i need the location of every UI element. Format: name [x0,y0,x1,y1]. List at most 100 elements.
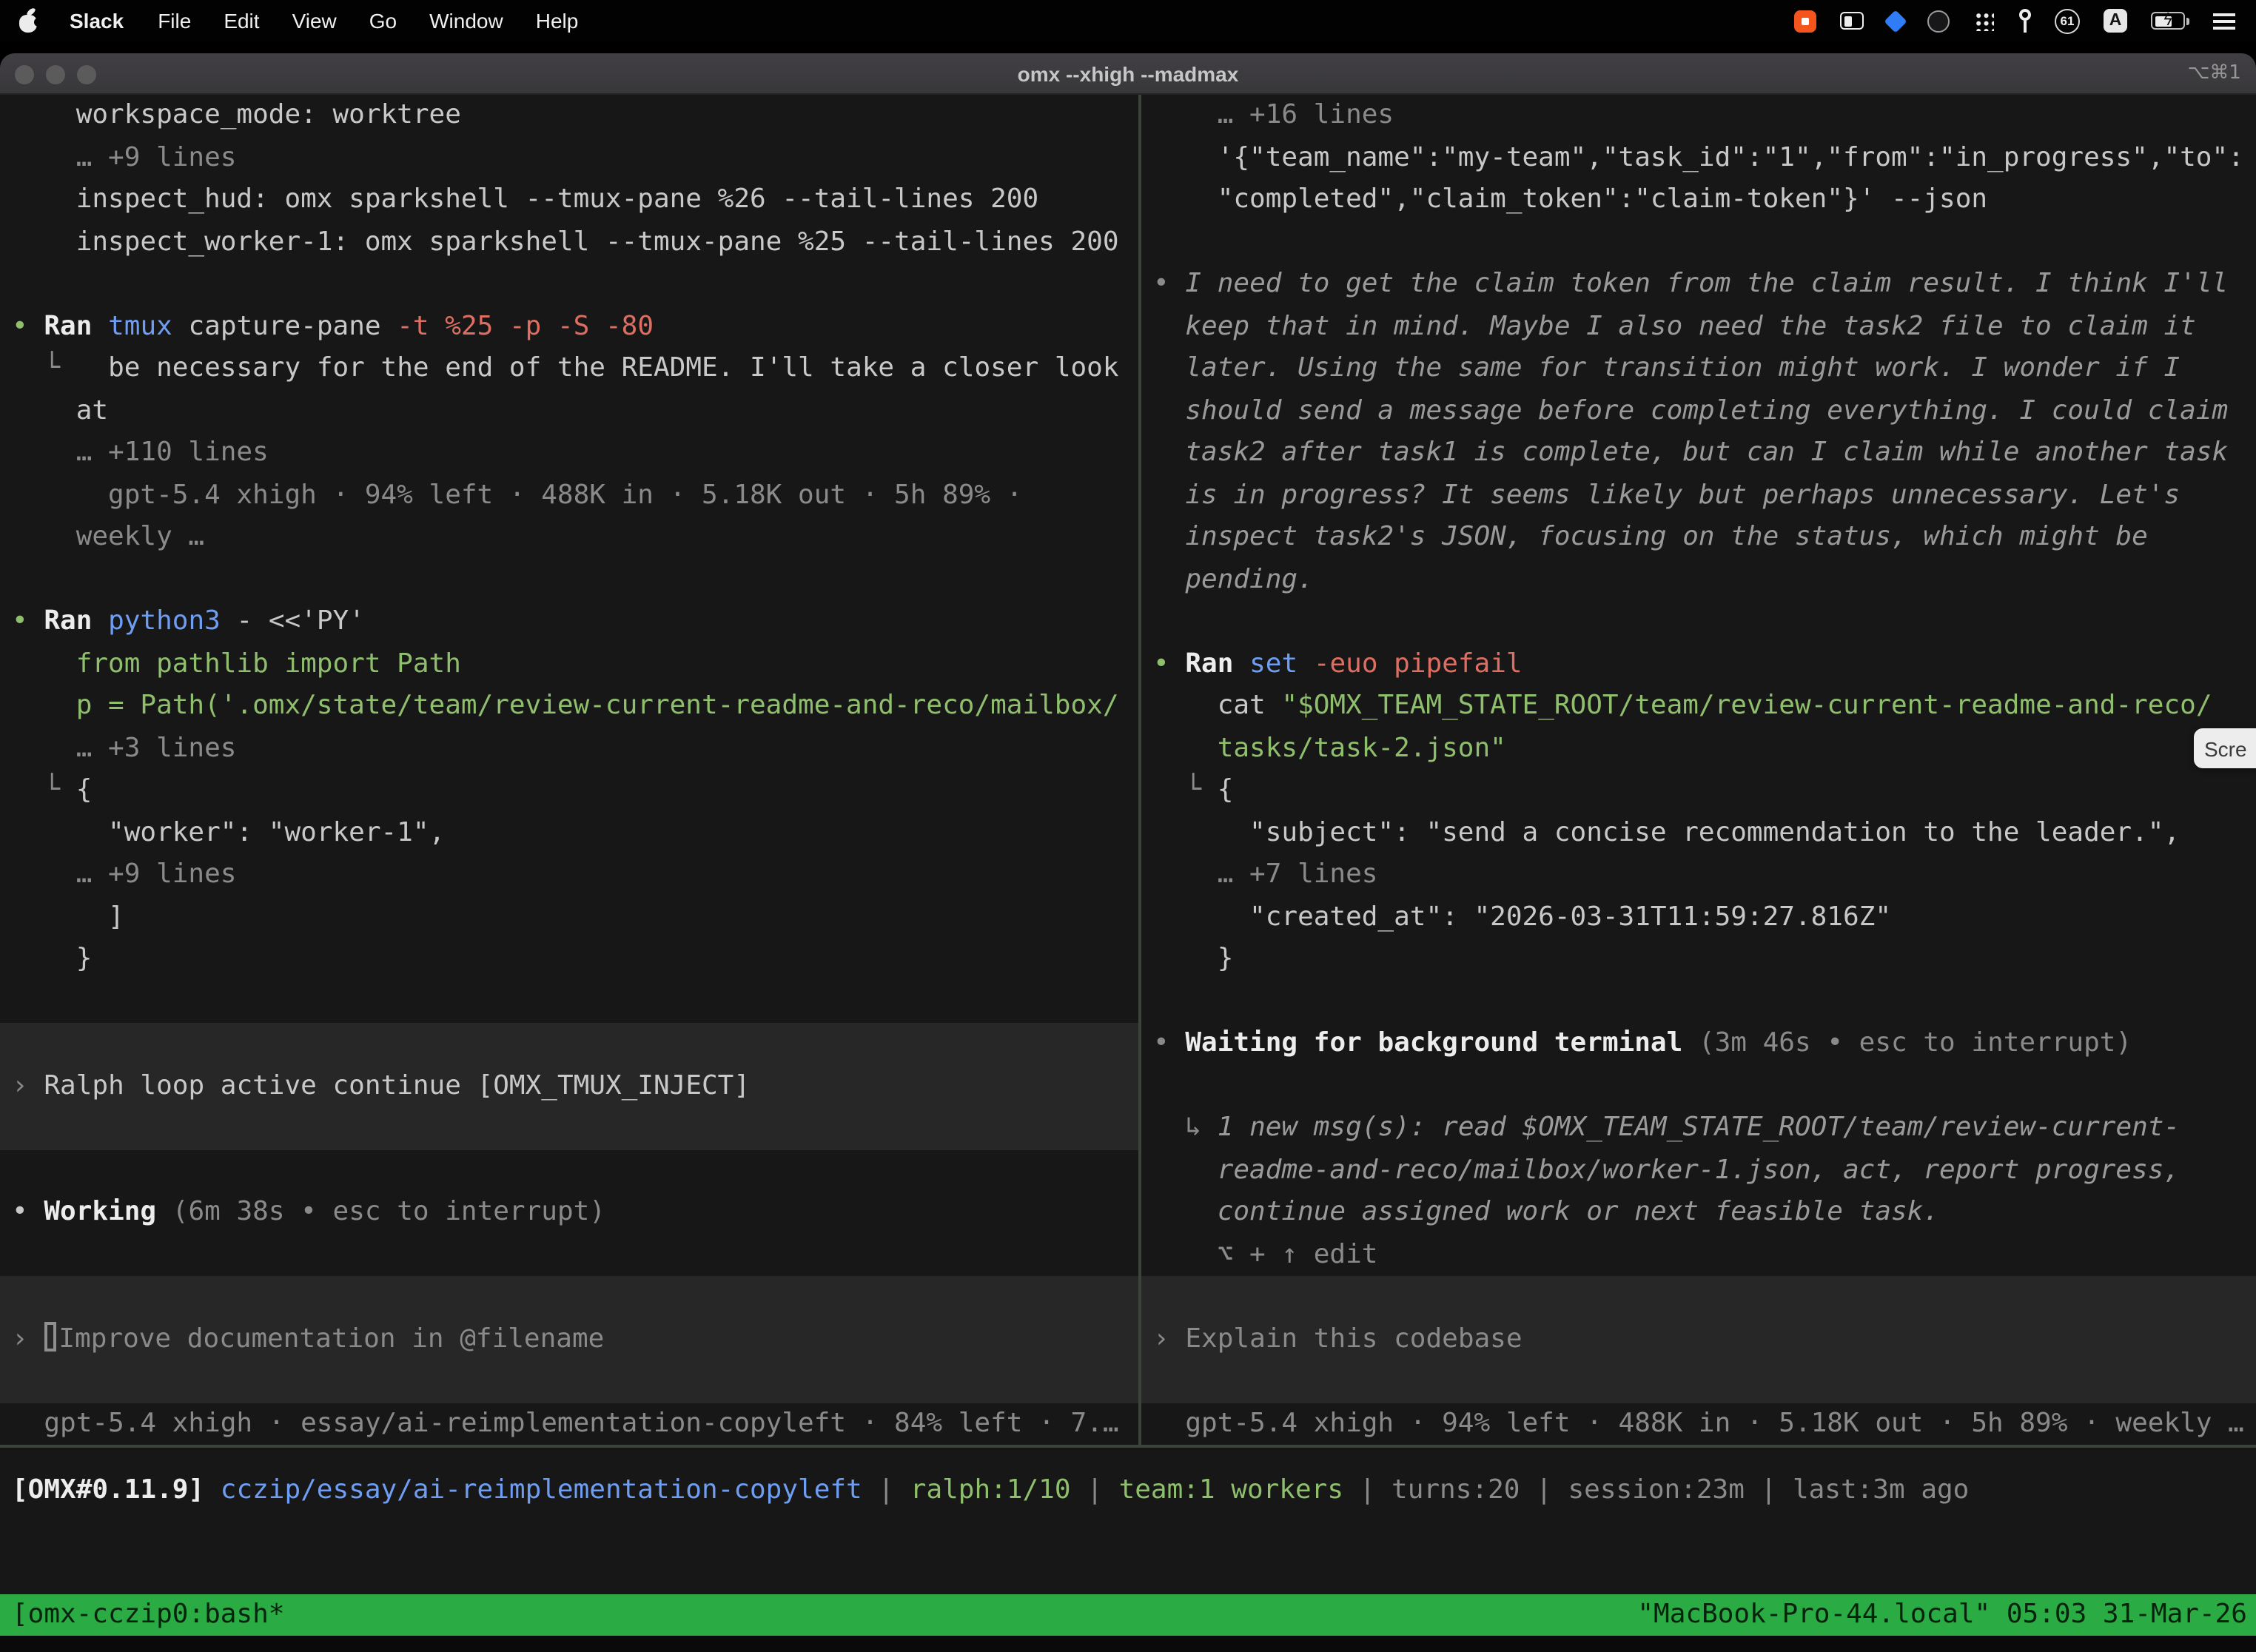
text-segment: … +9 lines [12,141,236,172]
text-segment: Ran [44,310,108,341]
text-segment: } [12,943,92,974]
text-segment: Ralph loop active continue [OMX_TMUX_INJ… [44,1070,750,1101]
text-segment: ralph:1/10 [910,1474,1071,1505]
tmux-pane-left[interactable]: workspace_mode: worktree … +9 lines insp… [0,95,1138,1445]
text-segment: continue assigned work or next feasible … [1153,1196,1939,1227]
terminal-line [0,1023,1138,1065]
terminal-line: keep that in mind. Maybe I also need the… [1141,306,2256,348]
composer-input[interactable]: › Improve documentation in @filename [0,1318,1138,1360]
key-icon[interactable] [2018,9,2031,33]
menu-edit[interactable]: Edit [207,0,275,41]
screen-popup[interactable]: Scre [2194,728,2256,768]
menu-lines-icon[interactable] [2213,12,2235,30]
text-segment: | [1071,1474,1119,1505]
text-segment: Explain this codebase [1185,1323,1522,1354]
text-segment: | [1745,1474,1793,1505]
terminal-line: └ { [1141,770,2256,812]
menu-window[interactable]: Window [413,0,520,41]
pane-bottom-border [0,1445,2256,1448]
text-segment: tmux [108,310,188,341]
text-segment: › [12,1070,44,1101]
screen: SlackFileEditViewGoWindowHelp 61 A ϟ omx… [0,0,2256,1652]
terminal-line: } [1141,939,2256,981]
text-segment: turns:20 [1391,1474,1520,1505]
terminal-line: "completed","claim_token":"claim-token"}… [1141,179,2256,221]
text-segment: cczip/essay/ai-reimplementation-copyleft [204,1474,862,1505]
terminal-line: ⌥ + ↑ edit [1141,1234,2256,1276]
text-segment: (3m 46s • esc to interrupt) [1699,1027,2132,1058]
text-segment: - <<'PY' [237,605,365,637]
text-segment: { [76,774,93,805]
tmux-pane-right[interactable]: … +16 lines '{"team_name":"my-team","tas… [1141,95,2256,1445]
menu-go[interactable]: Go [353,0,413,41]
terminal-line: task2 after task1 is complete, but can I… [1141,432,2256,474]
terminal-line: continue assigned work or next feasible … [1141,1192,2256,1234]
text-segment: -euo pipefail [1314,648,1523,679]
terminal-line: ] [0,896,1138,939]
terminal-line: } [0,939,1138,981]
screen-recording-indicator-icon[interactable] [1794,10,1816,32]
text-segment: └ [12,352,76,383]
window-shortcut-label: ⌥⌘1 [2187,53,2241,95]
terminal-line: tasks/task-2.json" [1141,728,2256,770]
title-bar[interactable]: omx --xhigh --madmax ⌥⌘1 [0,53,2256,95]
text-segment: "created_at": "2026-03-31T11:59:27.816Z" [1153,901,1891,932]
percentage-badge[interactable]: 61 [2055,8,2080,33]
text-segment: Ran [44,605,108,637]
text-segment: be necessary for the end of the README. … [76,352,1119,383]
battery-charging-icon[interactable]: ϟ [2151,12,2189,30]
terminal-line [0,1107,1138,1149]
circle-app-icon[interactable] [1927,10,1950,32]
text-segment: └ [12,774,76,805]
text-segment: ⌥ + ↑ edit [1153,1238,1377,1269]
terminal-line [0,263,1138,306]
dropbox-icon[interactable] [1884,9,1907,32]
terminal-line: … +110 lines [0,432,1138,474]
terminal-line [1141,1065,2256,1107]
text-segment: pending. [1153,563,1314,594]
text-segment: inspect_hud: omx sparkshell --tmux-pane … [12,184,1038,215]
text-segment: weekly … [12,521,204,552]
menu-slack[interactable]: Slack [52,0,141,41]
app-grid-icon[interactable] [1973,10,1994,31]
text-segment: Working [44,1196,172,1227]
menu-items: SlackFileEditViewGoWindowHelp [52,0,594,41]
terminal-line: workspace_mode: worktree [0,95,1138,137]
queued-message[interactable]: › Ralph loop active continue [OMX_TMUX_I… [0,1065,1138,1107]
text-segment: • [12,605,44,637]
tmux-status-bar: [omx-cczip0:bash* "MacBook-Pro-44.local"… [0,1594,2256,1636]
text-segment: from pathlib import Path [12,648,461,679]
text-segment: › [12,1323,44,1354]
composer-input[interactable]: › Explain this codebase [1141,1318,2256,1360]
terminal-line: weekly … [0,517,1138,559]
terminal-line: gpt-5.4 xhigh · essay/ai-reimplementatio… [0,1403,1138,1445]
terminal-line: at [0,390,1138,432]
terminal-line [1141,221,2256,263]
menu-view[interactable]: View [276,0,353,41]
terminal-line: … +16 lines [1141,95,2256,137]
text-segment: • [12,310,44,341]
text-segment: … +7 lines [1153,859,1377,890]
input-source-icon[interactable]: A [2104,9,2127,33]
menu-file[interactable]: File [141,0,207,41]
terminal-line [1141,1276,2256,1318]
terminal-line: • Ran set -euo pipefail [1141,643,2256,685]
terminal-line: "created_at": "2026-03-31T11:59:27.816Z" [1141,896,2256,939]
text-segment: (6m 38s • esc to interrupt) [172,1196,605,1227]
text-segment: "$OMX_TEAM_STATE_ROOT/team/review-curren… [1281,690,2212,721]
tmux-host-clock-label: "MacBook-Pro-44.local" 05:03 31-Mar-26 [1637,1594,2247,1636]
text-segment: └ [1153,774,1218,805]
menu-help[interactable]: Help [520,0,595,41]
tmux-session-label: [omx-cczip0:bash* [12,1594,284,1636]
terminal-line [0,559,1138,601]
text-segment: Ran [1185,648,1249,679]
terminal-line [0,1149,1138,1192]
apple-menu-icon[interactable] [19,8,40,33]
terminal-line: … +9 lines [0,854,1138,896]
text-segment: '{"team_name":"my-team","task_id":"1","f… [1153,141,2244,172]
text-segment: ] [12,901,124,932]
terminal-line [1141,981,2256,1023]
text-segment: cat [1153,690,1281,721]
terminal-line [0,981,1138,1023]
window-tiles-icon[interactable] [1840,12,1864,30]
